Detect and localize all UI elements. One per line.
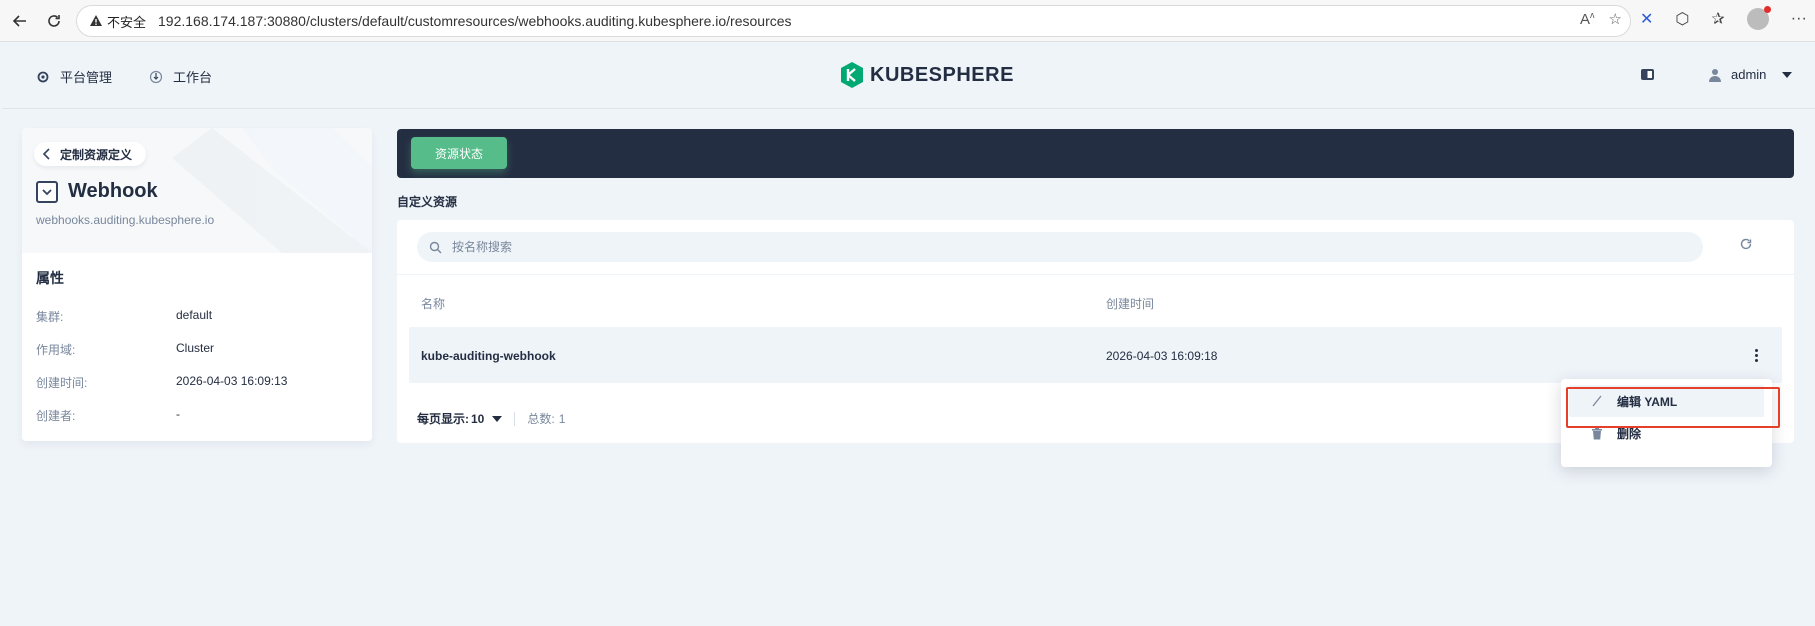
user-icon xyxy=(1709,68,1721,82)
property-value: 2026-04-03 16:09:13 xyxy=(176,374,288,388)
column-header-created[interactable]: 创建时间 xyxy=(1106,295,1154,312)
extensions-puzzle-icon[interactable]: ⬡ xyxy=(1675,9,1689,29)
extension-x-icon[interactable]: ✕ xyxy=(1640,9,1653,29)
workbench-label: 工作台 xyxy=(173,70,213,85)
gear-icon xyxy=(37,71,49,82)
row-name-link[interactable]: kube-auditing-webhook xyxy=(421,349,556,363)
platform-management-link[interactable]: 平台管理 xyxy=(36,67,112,86)
favorites-icon[interactable]: ✰ xyxy=(1711,9,1724,29)
platform-label: 平台管理 xyxy=(60,70,113,85)
kubesphere-logo-icon xyxy=(841,62,863,88)
property-value: default xyxy=(176,308,213,322)
crd-icon xyxy=(36,180,58,203)
annotation-highlight-box xyxy=(1566,387,1780,428)
search-icon xyxy=(429,241,442,253)
workbench-link[interactable]: 工作台 xyxy=(149,67,212,86)
resource-status-button[interactable]: 资源状态 xyxy=(411,137,508,169)
search-bar[interactable] xyxy=(417,232,1703,262)
back-to-crd-button[interactable]: 定制资源定义 xyxy=(34,142,147,166)
app-header: 平台管理 工作台 KUBESPHERE admin xyxy=(2,43,1815,109)
user-name: admin xyxy=(1731,67,1767,82)
favorite-star-icon[interactable]: ☆ xyxy=(1609,10,1622,28)
property-row: 创建者: - xyxy=(36,407,180,424)
crd-detail-card: 定制资源定义 Webhook webhooks.auditing.kubesph… xyxy=(22,128,372,441)
table-row[interactable]: kube-auditing-webhook 2026-04-03 16:09:1… xyxy=(409,327,1782,383)
back-arrow-icon[interactable] xyxy=(6,7,34,35)
warning-icon xyxy=(90,15,102,26)
property-key: 集群: xyxy=(36,310,64,324)
total-count: 1 xyxy=(558,411,566,426)
background-watermark xyxy=(172,128,372,253)
more-menu-icon[interactable]: ··· xyxy=(1791,10,1807,28)
back-label: 定制资源定义 xyxy=(60,147,133,162)
property-row: 创建时间: 2026-04-03 16:09:13 xyxy=(36,374,287,391)
section-label: 自定义资源 xyxy=(397,195,458,209)
more-actions-button[interactable] xyxy=(1744,341,1768,369)
resource-banner: 资源状态 xyxy=(397,129,1794,178)
search-input[interactable] xyxy=(452,240,1452,254)
per-page-select[interactable]: 10 xyxy=(471,412,484,426)
insecure-label: 不安全 xyxy=(107,14,147,30)
browser-toolbar: 不安全 192.168.174.187:30880/clusters/defau… xyxy=(0,0,1815,42)
user-menu[interactable]: admin xyxy=(1709,67,1793,82)
property-key: 创建者: xyxy=(36,409,76,423)
column-header-name[interactable]: 名称 xyxy=(421,295,445,312)
property-value: - xyxy=(176,407,180,421)
property-row: 作用域: Cluster xyxy=(36,341,214,358)
per-page-label: 每页显示: xyxy=(417,412,469,426)
crd-title: Webhook xyxy=(68,180,158,202)
toggle-icon[interactable] xyxy=(1641,69,1654,80)
property-value: Cluster xyxy=(176,341,215,355)
property-key: 创建时间: xyxy=(36,376,88,390)
total-label: 总数: xyxy=(527,412,555,426)
chevron-down-icon[interactable] xyxy=(492,415,503,422)
chevron-down-icon xyxy=(1782,71,1793,78)
workbench-icon xyxy=(149,70,163,83)
crd-subtitle: webhooks.auditing.kubesphere.io xyxy=(36,213,215,227)
chevron-left-icon xyxy=(42,148,50,160)
kubesphere-logo[interactable]: KUBESPHERE xyxy=(840,61,1014,89)
pagination: 每页显示: 10 总数: 1 xyxy=(417,410,565,427)
row-created-time: 2026-04-03 16:09:18 xyxy=(1106,349,1218,363)
reload-icon[interactable] xyxy=(40,7,68,35)
table-header: 名称 创建时间 xyxy=(397,275,1794,327)
refresh-icon[interactable] xyxy=(1739,237,1753,254)
properties-heading: 属性 xyxy=(36,270,64,286)
address-bar[interactable]: 不安全 192.168.174.187:30880/clusters/defau… xyxy=(76,5,1631,37)
property-row: 集群: default xyxy=(36,308,212,325)
property-key: 作用域: xyxy=(36,343,76,357)
insecure-indicator[interactable]: 不安全 xyxy=(89,12,146,31)
read-aloud-icon[interactable]: Aʌ xyxy=(1580,10,1595,28)
url-text: 192.168.174.187:30880/clusters/default/c… xyxy=(158,13,792,29)
trash-icon xyxy=(1592,427,1602,439)
profile-avatar-icon[interactable] xyxy=(1746,6,1771,30)
logo-text: KUBESPHERE xyxy=(870,63,1014,86)
